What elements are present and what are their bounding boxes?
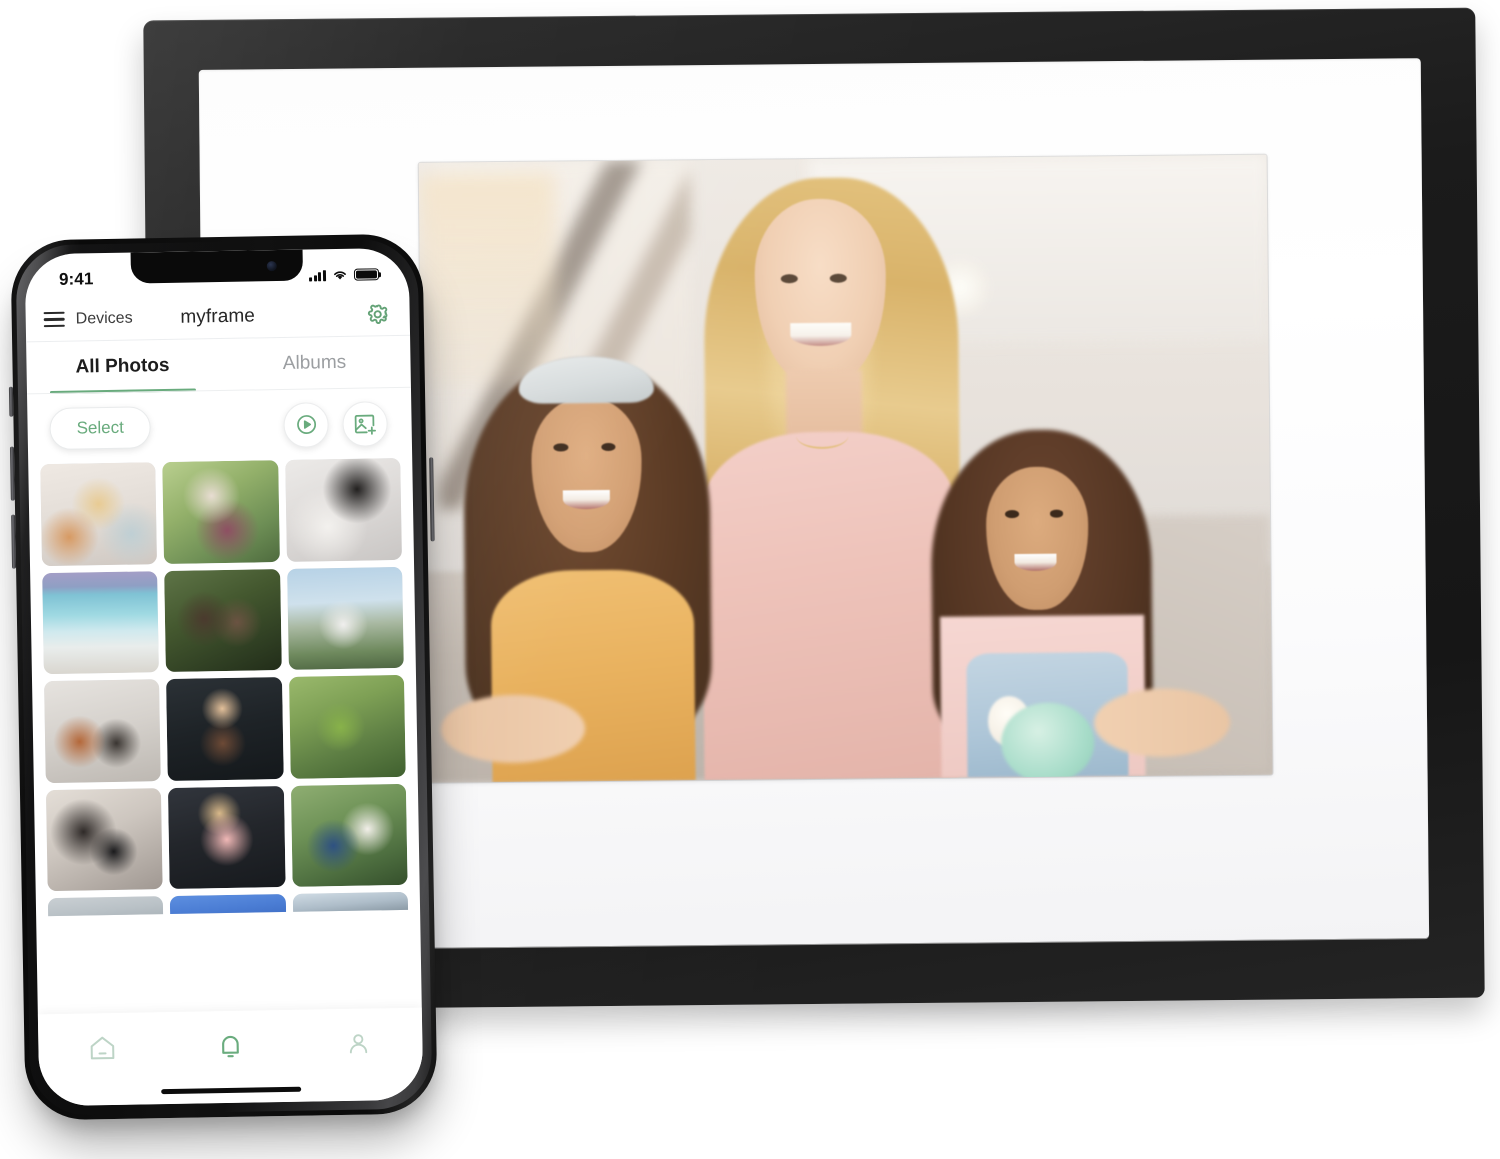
home-icon: [90, 1036, 115, 1060]
photo-thumbnail[interactable]: [288, 674, 406, 779]
photo-thumbnail[interactable]: [45, 787, 164, 892]
select-button[interactable]: Select: [49, 406, 152, 451]
bell-icon: [222, 1035, 239, 1058]
grid-toolbar: Select: [27, 388, 412, 465]
photo-thumbnail[interactable]: [286, 566, 404, 670]
slideshow-button[interactable]: [283, 401, 329, 448]
photo-thumbnail[interactable]: [44, 679, 162, 783]
photo-thumbnail[interactable]: [42, 570, 160, 675]
front-camera-icon: [266, 261, 277, 272]
tab-albums[interactable]: Albums: [218, 336, 411, 391]
photo-thumbnail[interactable]: [166, 677, 284, 781]
frame-displayed-photo: [418, 154, 1273, 783]
app-nav-bar: Devices myframe: [25, 291, 411, 343]
mute-switch[interactable]: [8, 386, 14, 417]
play-circle-icon: [296, 415, 316, 434]
wifi-icon: [334, 271, 346, 280]
page-title: myframe: [180, 304, 256, 328]
tab-all-photos[interactable]: All Photos: [26, 339, 219, 394]
gear-icon[interactable]: [365, 302, 389, 326]
tab-bar-item-profile[interactable]: [334, 1022, 383, 1065]
photo-thumbnail[interactable]: [40, 462, 158, 566]
power-button[interactable]: [429, 457, 435, 542]
photo-thumbnail[interactable]: [47, 896, 164, 917]
devices-back-label[interactable]: Devices: [76, 309, 133, 328]
photo-grid-scroll[interactable]: [28, 457, 420, 917]
phone-screen: 9:41 Devices myframe All Photos Albums S…: [24, 247, 424, 1107]
toolbar-actions: [283, 400, 388, 448]
status-icons: [309, 268, 380, 281]
photo-thumbnail[interactable]: [162, 460, 280, 564]
smartphone: 9:41 Devices myframe All Photos Albums S…: [2, 229, 447, 1126]
photo-thumbnail[interactable]: [284, 457, 402, 562]
tab-bar-item-notifications[interactable]: [206, 1025, 255, 1068]
photo-thumbnail[interactable]: [168, 785, 286, 889]
person-icon: [349, 1034, 368, 1054]
photo-thumbnail[interactable]: [164, 568, 282, 673]
phone-notch: [130, 249, 304, 284]
photo-thumbnail[interactable]: [290, 783, 408, 887]
segment-tabs: All Photos Albums: [26, 336, 411, 395]
scene-root: 9:41 Devices myframe All Photos Albums S…: [0, 0, 1500, 1159]
tab-bar-item-home[interactable]: [78, 1027, 127, 1070]
photo-thumbnail[interactable]: [292, 891, 409, 917]
status-time: 9:41: [58, 269, 94, 289]
hamburger-menu-icon[interactable]: [43, 311, 65, 328]
photo-thumbnail[interactable]: [170, 893, 286, 917]
photo-grid: [28, 457, 420, 917]
frame-display-screen[interactable]: [418, 154, 1273, 783]
add-photo-button[interactable]: [342, 400, 388, 447]
battery-full-icon: [353, 268, 380, 281]
cellular-signal-icon: [309, 269, 327, 281]
add-image-icon: [354, 414, 376, 435]
